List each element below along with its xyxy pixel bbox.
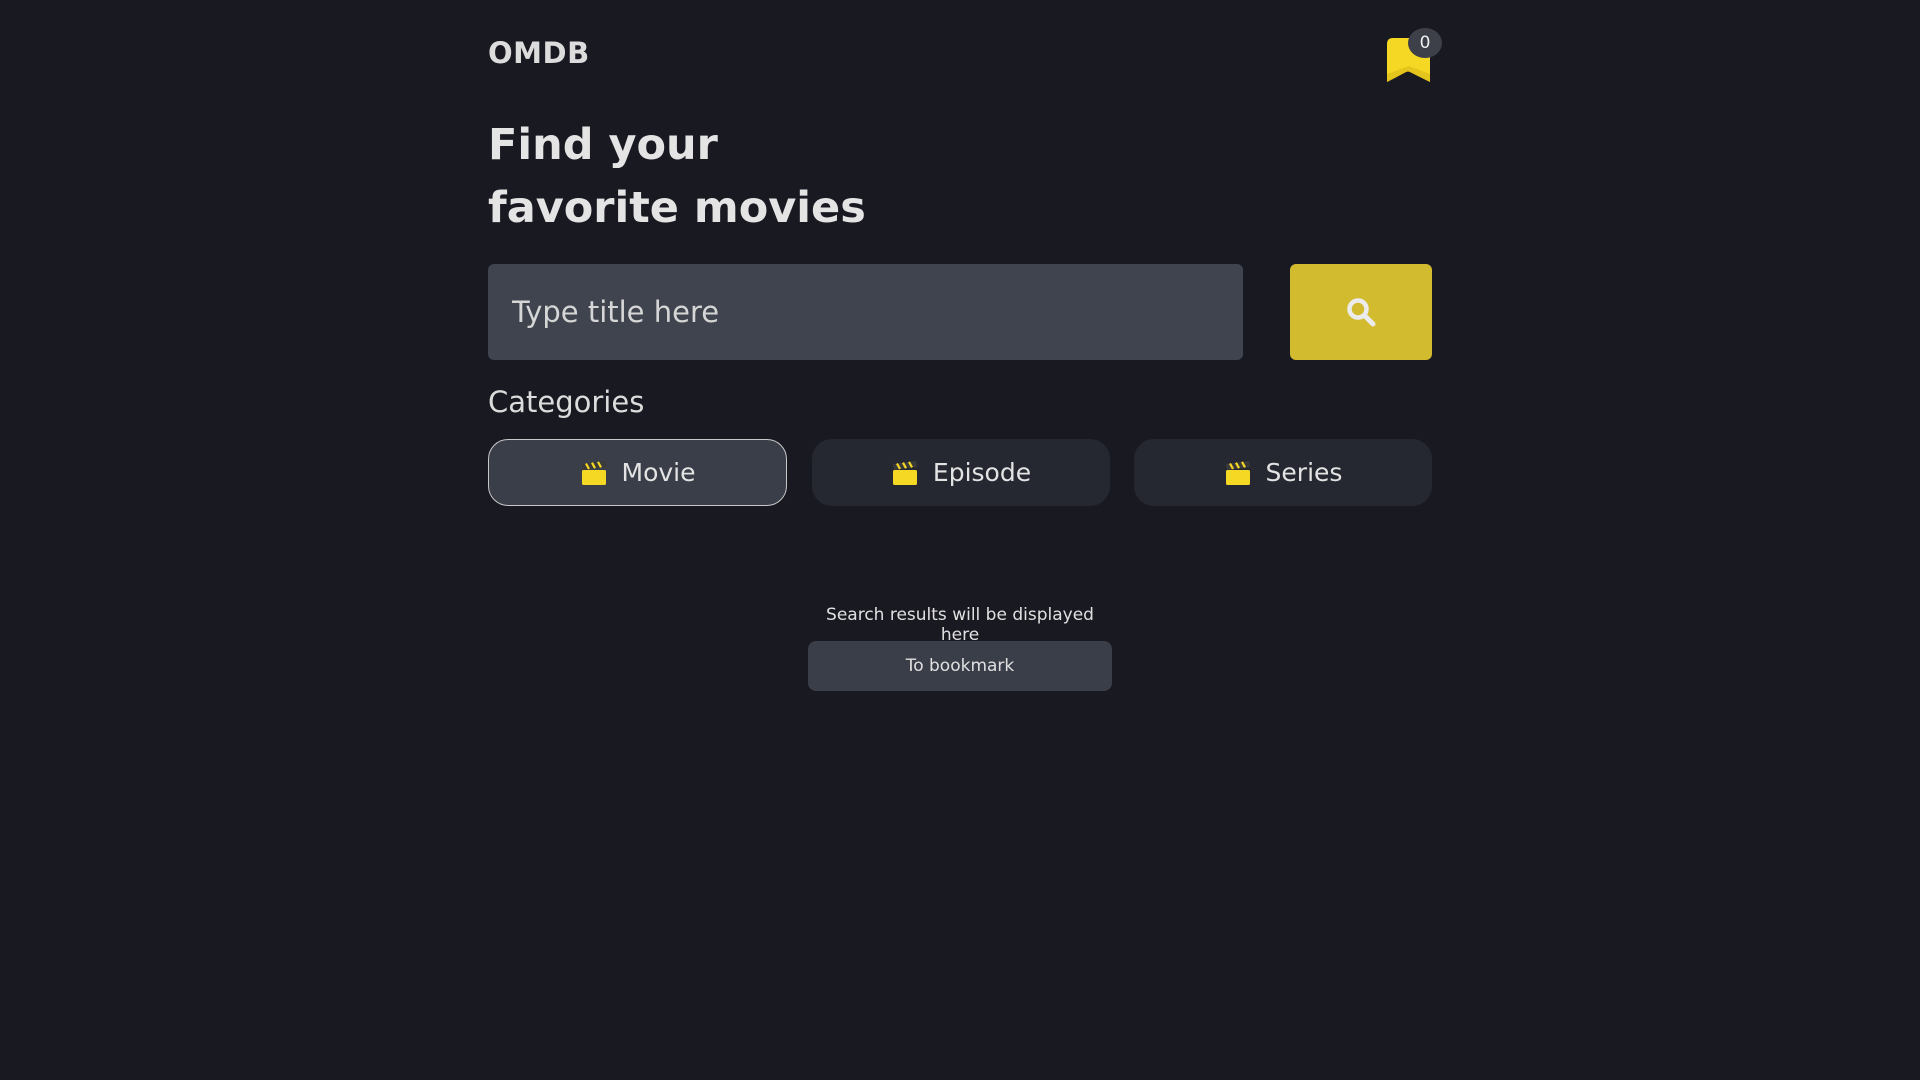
category-movie-button[interactable]: Movie — [488, 439, 787, 506]
bookmark-count-badge: 0 — [1408, 28, 1442, 58]
search-button[interactable] — [1290, 264, 1432, 360]
logo[interactable]: OMDB — [488, 36, 590, 70]
search-icon — [1347, 298, 1376, 327]
clapperboard-icon — [1224, 459, 1252, 487]
search-input[interactable] — [488, 264, 1243, 360]
category-label: Movie — [621, 458, 696, 487]
category-label: Episode — [932, 458, 1032, 487]
category-episode-button[interactable]: Episode — [812, 439, 1110, 506]
clapperboard-icon — [891, 459, 919, 487]
page-title: Find your favorite movies — [488, 120, 866, 233]
page-container: OMDB 0 Find your favorite movies Categor… — [488, 0, 1442, 1080]
category-series-button[interactable]: Series — [1134, 439, 1432, 506]
results-placeholder-text: Search results will be displayed here — [826, 605, 1094, 645]
clapperboard-icon — [580, 459, 608, 487]
categories-title: Categories — [488, 385, 645, 419]
bookmarks-button[interactable]: 0 — [1385, 28, 1442, 86]
category-label: Series — [1265, 458, 1343, 487]
to-bookmark-button[interactable]: To bookmark — [808, 641, 1112, 691]
